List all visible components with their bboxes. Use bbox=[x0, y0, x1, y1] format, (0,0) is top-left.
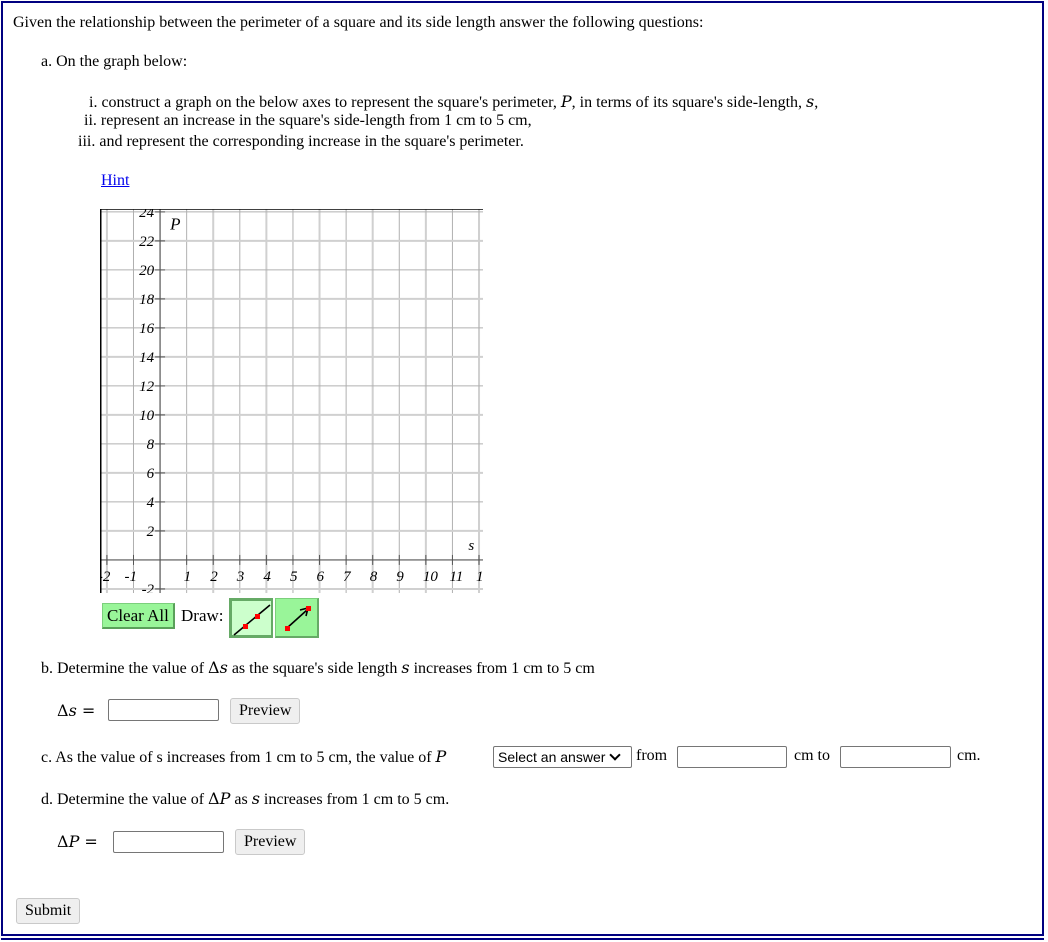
x-tick-label: 6 bbox=[317, 569, 325, 585]
frame-bottom-border-outer bbox=[1, 938, 1044, 940]
graph-grid bbox=[100, 209, 483, 593]
vector-tool-button[interactable] bbox=[275, 598, 319, 638]
chevron-down-icon bbox=[609, 749, 622, 761]
item-number: i. bbox=[89, 94, 98, 111]
vector-tool-icon bbox=[285, 606, 311, 631]
item-number: ii. bbox=[84, 112, 97, 129]
delta-s-input[interactable] bbox=[108, 699, 219, 721]
y-tick-label: 10 bbox=[139, 408, 155, 424]
item-number: iii. bbox=[78, 133, 96, 150]
submit-button[interactable]: Submit bbox=[16, 898, 81, 924]
y-tick-label: 18 bbox=[139, 292, 155, 308]
y-tick-label: 4 bbox=[147, 495, 155, 511]
part-b-text: b. Determine the value of Δs as the squa… bbox=[41, 658, 595, 677]
draw-label: Draw: bbox=[181, 606, 224, 625]
delta-p-label: ΔP = bbox=[57, 832, 98, 851]
y-tick-label: 20 bbox=[139, 263, 155, 279]
y-tick-label: 8 bbox=[147, 437, 155, 453]
x-tick-label: 5 bbox=[290, 569, 298, 585]
x-tick-label: 3 bbox=[236, 569, 245, 585]
hint-link[interactable]: Hint bbox=[101, 172, 129, 190]
y-tick-label: 12 bbox=[139, 379, 155, 395]
part-d-text: d. Determine the value of ΔP as s increa… bbox=[41, 789, 450, 808]
y-tick-label: 24 bbox=[139, 209, 155, 221]
x-axis-label: s bbox=[468, 538, 474, 554]
x-tick-label: 12 bbox=[476, 569, 483, 585]
delta-p-preview-button[interactable]: Preview bbox=[235, 829, 306, 855]
graph-canvas[interactable]: -2-112345678910111224222018161412108642-… bbox=[100, 209, 483, 593]
x-tick-label: 9 bbox=[396, 569, 404, 585]
x-tick-label: 4 bbox=[263, 569, 271, 585]
x-tick-label: 2 bbox=[210, 569, 218, 585]
delta-symbol: Δ bbox=[208, 658, 220, 677]
x-tick-label: 8 bbox=[370, 569, 378, 585]
part-a-item-3: iii. and represent the corresponding inc… bbox=[78, 133, 524, 150]
part-c-text: c. As the value of s increases from 1 cm… bbox=[41, 747, 447, 766]
y-tick-label: 6 bbox=[147, 466, 155, 482]
y-tick-label: 16 bbox=[139, 321, 155, 337]
y-tick-label: 2 bbox=[147, 524, 155, 540]
var-p: P bbox=[560, 92, 572, 111]
x-tick-label: 11 bbox=[449, 569, 463, 585]
part-a-item-1: i. construct a graph on the below axes t… bbox=[89, 92, 819, 111]
from-label: from bbox=[636, 747, 668, 764]
clear-all-button[interactable]: Clear All bbox=[102, 603, 175, 629]
line-tool-icon bbox=[233, 604, 271, 636]
to-input[interactable] bbox=[840, 746, 951, 768]
delta-s-preview-button[interactable]: Preview bbox=[230, 698, 301, 724]
cm-end-label: cm. bbox=[957, 747, 981, 764]
x-tick-label: 10 bbox=[423, 569, 439, 585]
line-tool-button[interactable] bbox=[229, 598, 273, 638]
x-tick-label: 1 bbox=[184, 569, 192, 585]
part-a-label: a. On the graph below: bbox=[41, 53, 188, 70]
x-tick-label: -2 bbox=[100, 569, 111, 585]
question-intro: Given the relationship between the perim… bbox=[13, 14, 704, 31]
y-axis-label: P bbox=[169, 214, 180, 233]
x-tick-label: 7 bbox=[343, 569, 352, 585]
part-a-item-2: ii. represent an increase in the square'… bbox=[84, 112, 532, 129]
delta-p-input[interactable] bbox=[113, 831, 224, 853]
frame-bottom-border bbox=[1, 934, 1044, 936]
x-tick-label: -1 bbox=[124, 569, 137, 585]
y-tick-label: 14 bbox=[139, 350, 155, 366]
delta-s-label: Δs = bbox=[57, 701, 96, 720]
cm-to-label: cm to bbox=[794, 747, 830, 764]
from-input[interactable] bbox=[677, 746, 787, 768]
y-tick-label: -2 bbox=[142, 582, 155, 593]
y-tick-label: 22 bbox=[139, 234, 155, 250]
p-change-select[interactable]: Select an answer bbox=[493, 746, 632, 768]
